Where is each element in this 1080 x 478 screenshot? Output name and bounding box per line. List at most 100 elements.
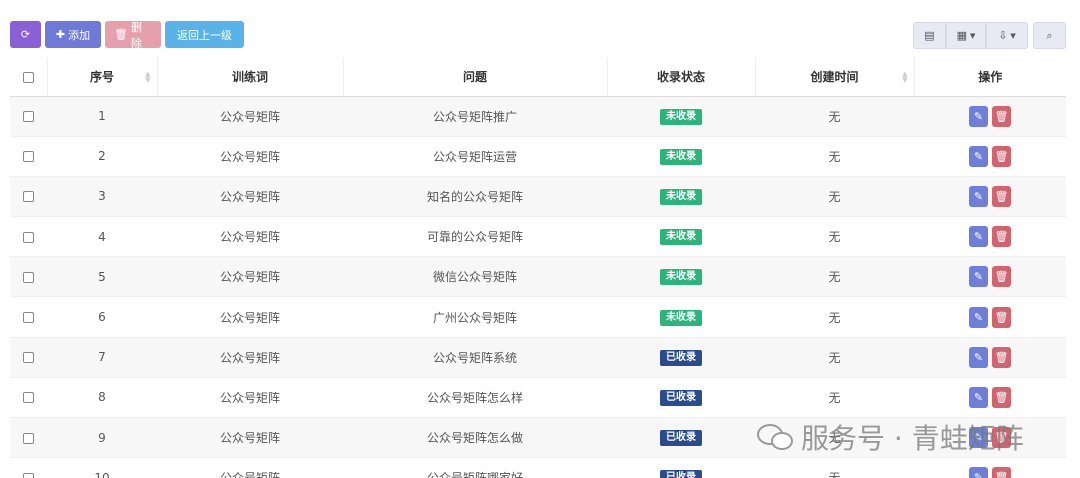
back-button[interactable]: 返回上一级 [165,21,244,48]
cell-word: 公众号矩阵 [157,96,343,137]
trash-icon: 🗑 [994,471,1009,478]
cell-word: 公众号矩阵 [157,337,343,378]
row-delete-button[interactable]: 🗑 [992,346,1011,368]
row-checkbox[interactable] [23,472,34,478]
cell-actions: ✎ 🗑 [914,216,1066,258]
pencil-icon: ✎ [973,189,984,203]
row-checkbox[interactable] [23,432,34,444]
cell-status: 已收录 [607,417,755,459]
select-all-checkbox[interactable] [22,71,34,83]
trash-icon: 🗑 [994,109,1009,123]
row-checkbox[interactable] [23,231,34,243]
header-created[interactable]: 创建时间 ▲ ▼ [755,58,915,97]
cell-status: 未收录 [607,96,755,137]
trash-icon: 🗑 [994,390,1009,404]
row-checkbox[interactable] [23,151,34,163]
header-question: 问题 [343,58,608,97]
table-row: 8 公众号矩阵 公众号矩阵怎么样 已收录无 ✎ 🗑 [10,377,1066,419]
select-all-header [10,58,48,97]
refresh-button[interactable]: ⟳ [10,21,41,48]
cell-question: 可靠的公众号矩阵 [343,216,607,258]
trash-icon: 🗑 [994,189,1009,203]
data-table-wrapper: 序号 ▲ ▼ 训练词 问题 收录状态 创建时间 ▲ ▼ 操作 1 公众号矩阵 公众号矩阵推广… [10,58,1066,478]
table-row: 5 公众号矩阵 微信公众号矩阵 未收录无 ✎ 🗑 [10,256,1066,298]
toolbar-right: ▤ ▦ ▼ ⇩ ▼ ⌕ [913,22,1066,49]
export-button[interactable]: ⇩ ▼ [986,22,1028,49]
watermark-text: 服务号 · 青蛙矩阵 [801,422,1024,455]
row-delete-button[interactable]: 🗑 [992,105,1011,127]
edit-button[interactable]: ✎ [969,386,988,408]
status-badge: 未收录 [660,148,702,165]
delete-button-label: 删除 [130,20,142,50]
cell-status: 已收录 [607,457,755,478]
header-status: 收录状态 [607,58,756,97]
edit-button[interactable]: ✎ [969,105,988,127]
pencil-icon: ✎ [973,149,984,163]
edit-button[interactable]: ✎ [969,306,988,328]
sort-icon: ▲ ▼ [902,69,908,84]
edit-button[interactable]: ✎ [969,346,988,368]
header-index[interactable]: 序号 ▲ ▼ [47,58,158,97]
row-checkbox[interactable] [23,312,34,324]
table-row: 10公众号矩阵公众号矩阵哪家好已收录无✎🗑 [10,457,1066,478]
cell-index: 10 [47,457,157,478]
delete-button[interactable]: 🗑 删除 [105,20,161,50]
row-delete-button[interactable]: 🗑 [992,226,1011,248]
edit-button[interactable]: ✎ [969,226,988,248]
edit-button[interactable]: ✎ [969,145,988,167]
status-badge: 未收录 [660,269,702,286]
row-select-cell [10,136,47,177]
row-delete-button[interactable]: 🗑 [992,467,1011,478]
columns-button[interactable]: ▦ ▼ [946,22,986,49]
table-row: 1 公众号矩阵 公众号矩阵推广 未收录无 ✎ 🗑 [10,96,1066,137]
list-icon: ▤ [924,29,935,42]
row-delete-button[interactable]: 🗑 [992,266,1011,288]
wechat-icon [757,422,795,452]
cell-word: 公众号矩阵 [157,136,343,177]
cell-question: 公众号矩阵怎么样 [343,377,607,419]
row-actions: ✎ 🗑 [969,105,1011,127]
table-header-row: 序号 ▲ ▼ 训练词 问题 收录状态 创建时间 ▲ ▼ 操作 [10,58,1066,97]
row-select-cell [10,296,47,338]
row-delete-button[interactable]: 🗑 [992,185,1011,207]
pencil-icon: ✎ [973,350,984,364]
row-select-cell [10,256,47,298]
cell-index: 8 [47,377,157,419]
card-view-button[interactable]: ▤ [913,22,946,49]
sort-icon: ▲ ▼ [145,69,151,84]
cell-created: 无 [755,296,914,338]
export-icon: ⇩ [998,29,1008,42]
status-badge: 已收录 [660,389,702,406]
cell-created: 无 [755,176,914,218]
cell-index: 4 [47,216,157,258]
cell-index: 7 [47,337,157,378]
search-icon: ⌕ [1046,28,1053,42]
cell-question: 公众号矩阵哪家好 [343,457,607,478]
header-word-label: 训练词 [231,70,268,85]
pencil-icon: ✎ [973,109,984,123]
table-row: 3 公众号矩阵 知名的公众号矩阵 未收录无 ✎ 🗑 [10,176,1066,218]
row-delete-button[interactable]: 🗑 [992,306,1011,328]
search-button[interactable]: ⌕ [1033,22,1066,49]
cell-word: 公众号矩阵 [157,296,343,338]
edit-button[interactable]: ✎ [969,467,988,478]
back-button-label: 返回上一级 [177,28,232,42]
row-delete-button[interactable]: 🗑 [992,386,1011,408]
edit-button[interactable]: ✎ [969,266,988,288]
row-actions: ✎ 🗑 [969,226,1011,248]
trash-icon: 🗑 [994,230,1009,244]
cell-actions: ✎ 🗑 [914,96,1066,137]
status-badge: 未收录 [660,309,702,326]
cell-actions: ✎ 🗑 [914,256,1066,298]
edit-button[interactable]: ✎ [969,185,988,207]
row-checkbox[interactable] [23,191,34,203]
row-actions: ✎ 🗑 [969,145,1011,167]
row-checkbox[interactable] [23,111,34,123]
row-delete-button[interactable]: 🗑 [992,145,1011,167]
cell-index: 1 [47,96,157,137]
row-checkbox[interactable] [23,352,34,364]
add-button[interactable]: ✚ 添加 [45,21,101,48]
row-checkbox[interactable] [23,271,34,283]
row-checkbox[interactable] [23,392,34,404]
cell-question: 广州公众号矩阵 [343,296,607,338]
